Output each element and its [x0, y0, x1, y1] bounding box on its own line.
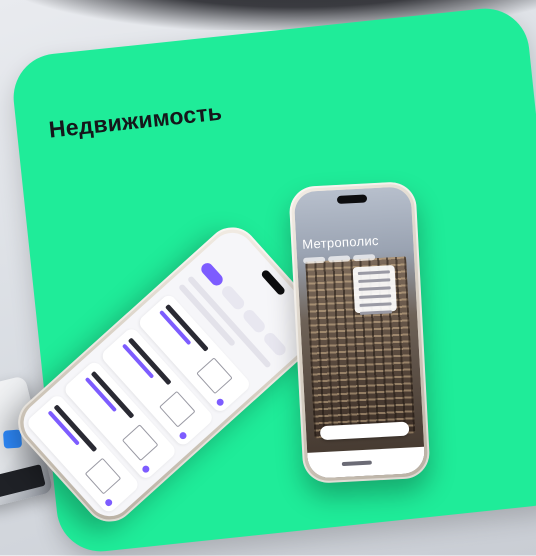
floor-plan-icon: [84, 457, 122, 495]
laptop-edge: [0, 464, 46, 500]
dynamic-island: [260, 268, 287, 297]
favorite-icon[interactable]: [140, 464, 151, 475]
building-queue-dropdown[interactable]: [352, 265, 397, 315]
phone-right-screen: Метрополис: [293, 186, 426, 479]
favorite-icon[interactable]: [178, 430, 188, 441]
filter-chip[interactable]: [240, 307, 268, 335]
filter-chip[interactable]: [219, 283, 247, 312]
tag[interactable]: [352, 254, 376, 262]
floor-plan-icon: [196, 357, 233, 395]
favorite-icon[interactable]: [103, 497, 114, 508]
tab-bar-label[interactable]: [341, 460, 372, 467]
complex-title: Метрополис: [301, 232, 380, 252]
favorite-icon[interactable]: [215, 397, 226, 408]
bottom-tab-bar: [307, 446, 426, 479]
card-title: Недвижимость: [47, 98, 224, 143]
tag[interactable]: [327, 255, 351, 263]
floor-plan-icon: [159, 390, 196, 428]
filter-chip[interactable]: [198, 260, 226, 289]
phone-right: Метрополис: [288, 180, 431, 485]
floor-plan-icon: [121, 424, 159, 462]
filter-chip[interactable]: [261, 330, 289, 358]
tag[interactable]: [303, 256, 326, 264]
dynamic-island: [336, 194, 368, 204]
